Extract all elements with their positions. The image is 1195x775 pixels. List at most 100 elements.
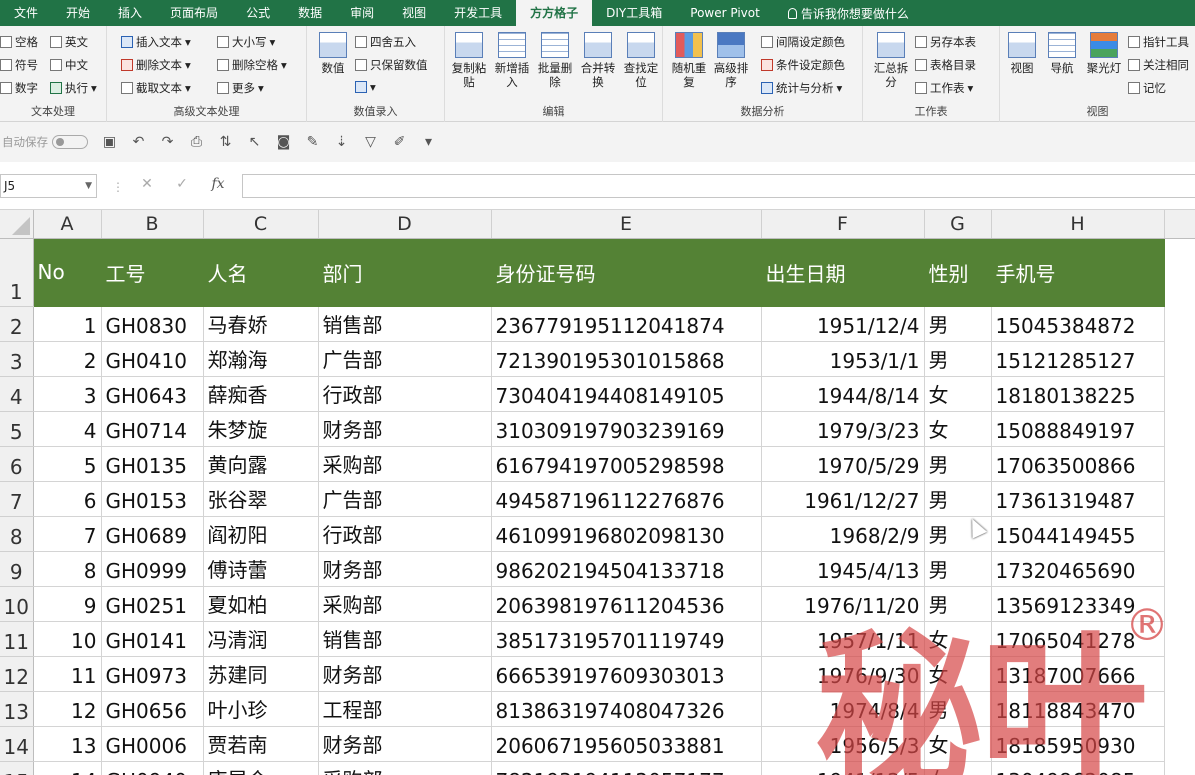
format-painter-icon[interactable]: ✐ — [388, 131, 411, 153]
insert-text-button[interactable]: 插入文本 ▾ — [121, 34, 191, 50]
row-header[interactable]: 1 — [0, 238, 34, 307]
header-cell[interactable]: 手机号 — [991, 238, 1165, 307]
execute-button[interactable]: 执行 ▾ — [50, 80, 97, 96]
more-button[interactable]: 更多 ▾ — [217, 80, 264, 96]
empty-cell[interactable] — [1164, 341, 1195, 376]
customize-icon[interactable]: ▾ — [417, 131, 440, 153]
data-cell[interactable]: GH0135 — [101, 446, 204, 482]
column-header[interactable]: D — [318, 210, 492, 239]
tab-item[interactable]: 文件 — [0, 0, 52, 26]
empty-cell[interactable] — [1164, 376, 1195, 411]
data-cell[interactable]: 1968/2/9 — [761, 516, 925, 552]
cancel-icon[interactable]: ✕ — [135, 176, 159, 192]
redo-icon[interactable]: ↷ — [156, 131, 179, 153]
data-cell[interactable]: 5 — [33, 446, 102, 482]
row-header[interactable]: 9 — [0, 551, 34, 587]
data-cell[interactable]: GH0999 — [101, 551, 204, 587]
data-cell[interactable]: 12 — [33, 691, 102, 727]
row-header[interactable]: 4 — [0, 376, 34, 412]
data-cell[interactable]: 女 — [924, 376, 992, 412]
sort-az-icon[interactable]: ⇣ — [330, 131, 353, 153]
enter-icon[interactable]: ✓ — [170, 176, 194, 192]
tab-item[interactable]: 公式 — [232, 0, 284, 26]
row-header[interactable]: 3 — [0, 341, 34, 377]
insert-function-icon[interactable]: fx — [206, 176, 230, 192]
undo-icon[interactable]: ↶ — [127, 131, 150, 153]
sort-icon[interactable]: ⇅ — [214, 131, 237, 153]
data-cell[interactable]: GH0940 — [101, 761, 204, 775]
data-cell[interactable]: 苏建同 — [203, 656, 319, 692]
column-header[interactable]: E — [491, 210, 762, 239]
data-cell[interactable]: 广告部 — [318, 481, 492, 517]
tab-item[interactable]: Power Pivot — [676, 0, 774, 26]
data-cell[interactable]: 206067195605033881 — [491, 726, 762, 762]
column-header[interactable]: A — [33, 210, 102, 239]
stats-analysis-button[interactable]: 统计与分析 ▾ — [761, 80, 842, 96]
find-locate-button[interactable]: 查找定位 — [619, 32, 663, 89]
case-button[interactable]: 大小写 ▾ — [217, 34, 275, 50]
empty-cell[interactable] — [1164, 306, 1195, 341]
insert-new-button[interactable]: 新增插入 — [490, 32, 534, 89]
column-header[interactable]: H — [991, 210, 1165, 239]
chevron-down-icon[interactable]: ▼ — [85, 175, 92, 197]
data-cell[interactable]: 461099196802098130 — [491, 516, 762, 552]
empty-cell[interactable] — [1164, 516, 1195, 551]
space-checkbox[interactable]: 空格 — [0, 34, 38, 50]
data-cell[interactable]: 男 — [924, 481, 992, 517]
select-all-corner[interactable] — [0, 210, 34, 239]
data-cell[interactable]: 310309197903239169 — [491, 411, 762, 447]
data-cell[interactable]: 财务部 — [318, 411, 492, 447]
row-header[interactable]: 8 — [0, 516, 34, 552]
memory-button[interactable]: 记忆 — [1128, 80, 1166, 96]
data-cell[interactable]: 1970/5/29 — [761, 446, 925, 482]
data-cell[interactable]: GH0006 — [101, 726, 204, 762]
data-cell[interactable]: 叶小珍 — [203, 691, 319, 727]
data-cell[interactable]: GH0153 — [101, 481, 204, 517]
data-cell[interactable]: GH0714 — [101, 411, 204, 447]
empty-cell[interactable] — [1164, 621, 1195, 656]
data-cell[interactable]: 17320465690 — [991, 551, 1165, 587]
data-cell[interactable]: 1945/4/13 — [761, 551, 925, 587]
extract-text-button[interactable]: 截取文本 ▾ — [121, 80, 191, 96]
data-cell[interactable]: 18180138225 — [991, 376, 1165, 412]
data-cell[interactable]: 广告部 — [318, 341, 492, 377]
data-cell[interactable]: 女 — [924, 411, 992, 447]
row-header[interactable]: 14 — [0, 726, 34, 762]
row-header[interactable]: 15 — [0, 761, 34, 775]
data-cell[interactable]: 7 — [33, 516, 102, 552]
data-cell[interactable]: 616794197005298598 — [491, 446, 762, 482]
row-header[interactable]: 6 — [0, 446, 34, 482]
header-cell[interactable]: 身份证号码 — [491, 238, 762, 307]
data-cell[interactable]: 9 — [33, 586, 102, 622]
data-cell[interactable]: 1957/1/11 — [761, 621, 925, 657]
worksheet-button[interactable]: 工作表 ▾ — [915, 80, 973, 96]
data-cell[interactable]: 1956/5/3 — [761, 726, 925, 762]
name-box[interactable]: J5 ▼ — [0, 174, 97, 198]
column-header[interactable]: B — [101, 210, 204, 239]
data-cell[interactable]: 10 — [33, 621, 102, 657]
keep-values-button[interactable]: 只保留数值 — [355, 57, 428, 73]
pointer-tool-button[interactable]: 指针工具 — [1128, 34, 1189, 50]
data-cell[interactable]: 813863197408047326 — [491, 691, 762, 727]
row-header[interactable]: 11 — [0, 621, 34, 657]
merge-convert-button[interactable]: 合并转换 — [576, 32, 620, 89]
data-cell[interactable]: 女 — [924, 621, 992, 657]
data-cell[interactable]: 17361319487 — [991, 481, 1165, 517]
data-cell[interactable]: 阎初阳 — [203, 516, 319, 552]
empty-cell[interactable] — [1164, 411, 1195, 446]
data-cell[interactable]: 行政部 — [318, 376, 492, 412]
tab-item[interactable]: 页面布局 — [156, 0, 232, 26]
data-cell[interactable]: 2 — [33, 341, 102, 377]
empty-cell[interactable] — [1164, 238, 1195, 306]
data-cell[interactable]: 朱梦旋 — [203, 411, 319, 447]
data-cell[interactable]: 986202194504133718 — [491, 551, 762, 587]
data-cell[interactable]: 郑瀚海 — [203, 341, 319, 377]
data-cell[interactable]: 行政部 — [318, 516, 492, 552]
data-cell[interactable]: 4 — [33, 411, 102, 447]
data-cell[interactable]: 女 — [924, 656, 992, 692]
data-cell[interactable]: 采购部 — [318, 761, 492, 775]
navigate-button[interactable]: 导航 — [1040, 32, 1084, 75]
tab-item[interactable]: 插入 — [104, 0, 156, 26]
data-cell[interactable]: 财务部 — [318, 551, 492, 587]
pointer-icon[interactable]: ↖ — [243, 131, 266, 153]
